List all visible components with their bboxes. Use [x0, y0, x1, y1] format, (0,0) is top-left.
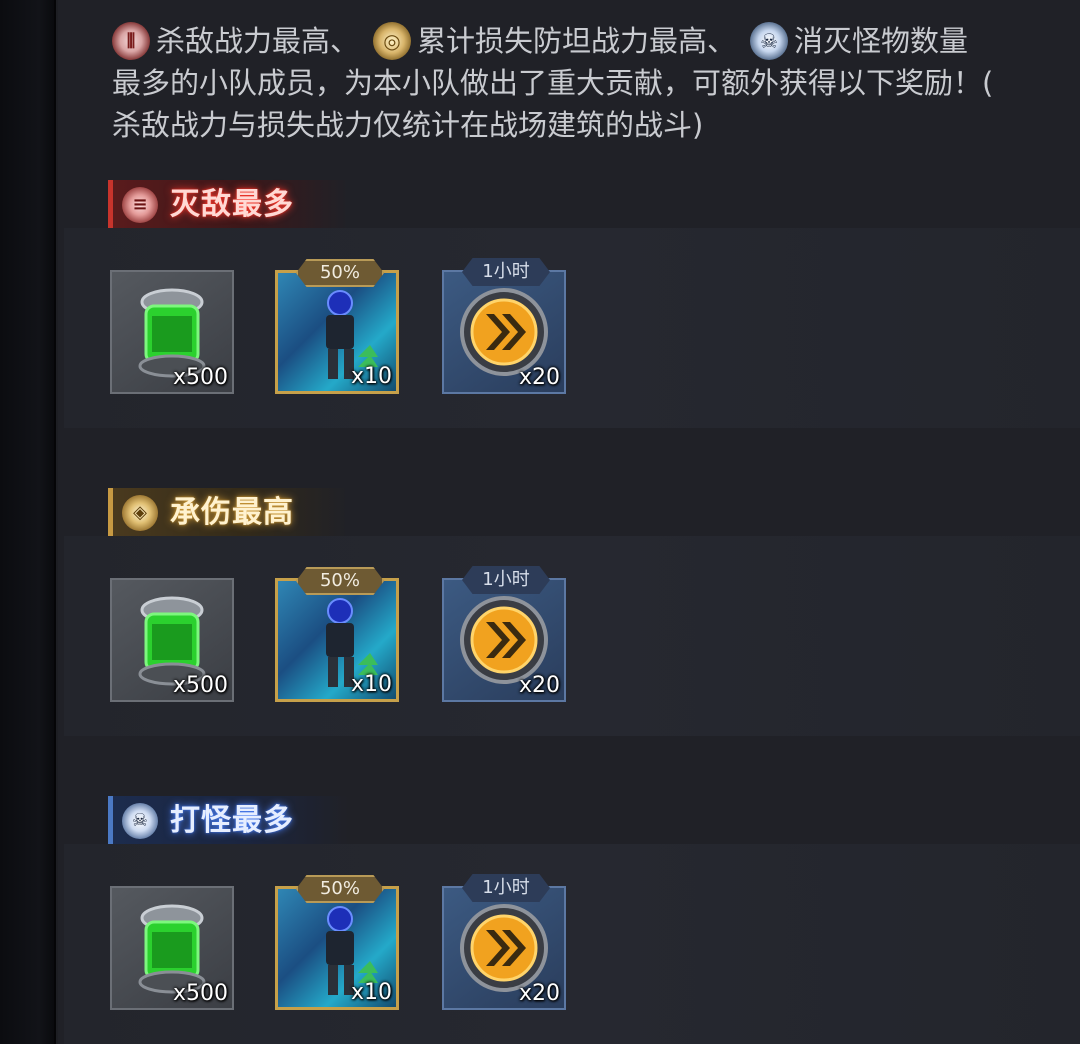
monster-kill-label: 消灭怪物数量 — [794, 24, 969, 58]
description-line-3: 杀敌战力与损失战力仅统计在战场建筑的战斗) — [112, 108, 704, 142]
duration-tag: 1小时 — [462, 566, 550, 594]
reward-row-most-kills: x500 50% x10 1小时 x20 — [64, 228, 1080, 428]
reward-description: ⦀ 杀敌战力最高、 ◎ 累计损失防坦战力最高、 ☠ 消灭怪物数量 最多的小队成员，为本小队… — [112, 20, 1072, 146]
reward-count: x500 — [172, 673, 228, 698]
description-line-2: 最多的小队成员，为本小队做出了重大贡献，可额外获得以下奖励！( — [112, 66, 994, 100]
section-title: 承伤最高 — [170, 495, 294, 530]
loss-power-label: 累计损失防坦战力最高、 — [417, 24, 737, 58]
reward-item-soldier[interactable]: 50% x10 — [275, 875, 399, 1010]
reward-item-soldier[interactable]: 50% x10 — [275, 259, 399, 394]
reward-item-speedup[interactable]: 1小时 x20 — [442, 258, 566, 394]
reward-count: x20 — [518, 981, 560, 1006]
reward-item-crystal[interactable]: x500 — [110, 886, 234, 1010]
section-header-most-kills: ≡ 灭敌最多 — [108, 180, 348, 230]
percent-tag: 50% — [296, 259, 384, 287]
left-edge-strip — [0, 0, 56, 1044]
kill-power-icon: ⦀ — [112, 22, 150, 60]
reward-item-speedup[interactable]: 1小时 x20 — [442, 874, 566, 1010]
monster-kill-icon: ☠ — [750, 22, 789, 60]
reward-item-crystal[interactable]: x500 — [110, 270, 234, 394]
section-title: 灭敌最多 — [170, 187, 294, 222]
section-header-most-monsters: ☠ 打怪最多 — [108, 796, 348, 846]
reward-count: x500 — [172, 981, 228, 1006]
reward-item-speedup[interactable]: 1小时 x20 — [442, 566, 566, 702]
duration-tag: 1小时 — [462, 874, 550, 902]
reward-count: x10 — [350, 980, 392, 1005]
shield-icon: ◈ — [122, 495, 158, 531]
kill-power-label: 杀敌战力最高、 — [156, 24, 360, 58]
description-line-1: ⦀ 杀敌战力最高、 ◎ 累计损失防坦战力最高、 ☠ 消灭怪物数量 — [112, 20, 1072, 62]
reward-count: x20 — [518, 365, 560, 390]
reward-row-most-damage-taken: x500 50% x10 1小时 x20 — [64, 536, 1080, 736]
skull-icon: ☠ — [122, 803, 158, 839]
percent-tag: 50% — [296, 875, 384, 903]
percent-tag: 50% — [296, 567, 384, 595]
reward-count: x500 — [172, 365, 228, 390]
section-title: 打怪最多 — [170, 803, 294, 838]
reward-item-crystal[interactable]: x500 — [110, 578, 234, 702]
reward-count: x20 — [518, 673, 560, 698]
duration-tag: 1小时 — [462, 258, 550, 286]
reward-count: x10 — [350, 364, 392, 389]
section-header-most-damage-taken: ◈ 承伤最高 — [108, 488, 348, 538]
reward-row-most-monsters: x500 50% x10 1小时 x20 — [64, 844, 1080, 1044]
reward-item-soldier[interactable]: 50% x10 — [275, 567, 399, 702]
crosshair-icon: ≡ — [122, 187, 158, 223]
damage-taken-icon: ◎ — [373, 22, 412, 60]
reward-count: x10 — [350, 672, 392, 697]
